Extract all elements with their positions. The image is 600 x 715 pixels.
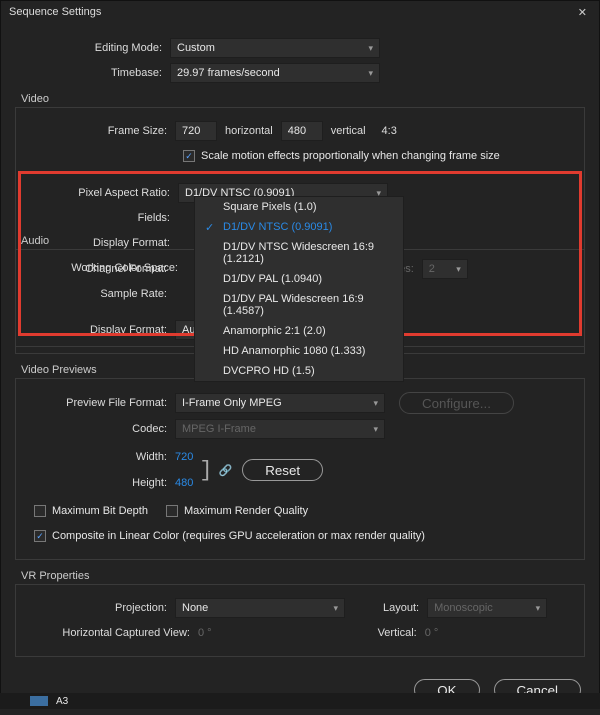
track-label: A3: [56, 696, 68, 707]
pff-label: Preview File Format:: [20, 397, 175, 409]
close-icon[interactable]: ✕: [572, 6, 593, 19]
scale-effects-label: Scale motion effects proportionally when…: [201, 150, 500, 162]
composite-linear-checkbox[interactable]: ✓: [34, 530, 46, 542]
horizontal-label: horizontal: [225, 125, 273, 137]
timeline-strip: A3: [0, 693, 600, 709]
par-option[interactable]: D1/DV PAL (1.0940): [195, 269, 403, 289]
preview-height-label: Height:: [20, 477, 175, 489]
par-option[interactable]: DVCPRO HD (1.5): [195, 361, 403, 381]
projection-label: Projection:: [20, 602, 175, 614]
codec-label: Codec:: [20, 423, 175, 435]
par-dropdown-list: Square Pixels (1.0) D1/DV NTSC (0.9091) …: [194, 196, 404, 382]
composite-linear-label: Composite in Linear Color (requires GPU …: [52, 530, 425, 542]
layout-label: Layout:: [383, 602, 419, 614]
max-bit-depth-label: Maximum Bit Depth: [52, 505, 148, 517]
bracket-icon: ]: [199, 458, 212, 483]
aspect-readout: 4:3: [382, 125, 397, 137]
par-label: Pixel Aspect Ratio:: [23, 187, 178, 199]
hcv-label: Horizontal Captured View:: [20, 627, 198, 639]
projection-select[interactable]: None▾: [175, 598, 345, 618]
chevron-down-icon: ▾: [536, 603, 541, 614]
frame-width-input[interactable]: 720: [175, 121, 217, 141]
par-option[interactable]: Square Pixels (1.0): [195, 197, 403, 217]
video-group: Frame Size: 720 horizontal 480 vertical …: [15, 107, 585, 347]
editing-mode-label: Editing Mode:: [15, 42, 170, 54]
chevron-down-icon: ▾: [373, 424, 378, 435]
hcv-value: 0 °: [198, 627, 212, 639]
reset-button[interactable]: Reset: [242, 459, 323, 481]
preview-width-value[interactable]: 720: [175, 451, 193, 463]
chevron-down-icon: ▾: [333, 603, 338, 614]
par-option[interactable]: HD Anamorphic 1080 (1.333): [195, 341, 403, 361]
video-display-format-label: Display Format:: [23, 237, 178, 249]
vr-heading: VR Properties: [21, 570, 585, 582]
track-color-icon: [30, 696, 48, 706]
frame-size-label: Frame Size:: [20, 125, 175, 137]
vr-group: Projection: None▾ Layout: Monoscopic▾ Ho…: [15, 584, 585, 657]
layout-select: Monoscopic▾: [427, 598, 547, 618]
vertical-label: vertical: [331, 125, 366, 137]
chevron-down-icon: ▾: [373, 398, 378, 409]
sequence-settings-dialog: Sequence Settings ✕ Editing Mode: Custom…: [0, 0, 600, 709]
scale-effects-checkbox[interactable]: ✓: [183, 150, 195, 162]
dialog-title: Sequence Settings: [9, 6, 101, 18]
configure-button: Configure...: [399, 392, 514, 414]
vr-vertical-value: 0 °: [425, 627, 439, 639]
preview-height-value[interactable]: 480: [175, 477, 193, 489]
vr-vertical-label: Vertical:: [378, 627, 417, 639]
max-bit-depth-checkbox[interactable]: [34, 505, 46, 517]
pff-select[interactable]: I-Frame Only MPEG▾: [175, 393, 385, 413]
video-previews-group: Preview File Format: I-Frame Only MPEG▾ …: [15, 378, 585, 560]
editing-mode-select[interactable]: Custom▾: [170, 38, 380, 58]
preview-width-label: Width:: [20, 451, 175, 463]
timebase-select[interactable]: 29.97 frames/second▾: [170, 63, 380, 83]
fields-label: Fields:: [23, 212, 178, 224]
timebase-label: Timebase:: [15, 67, 170, 79]
codec-select: MPEG I-Frame▾: [175, 419, 385, 439]
working-color-space-label: Working Color Space:: [23, 262, 186, 274]
par-option[interactable]: D1/DV NTSC (0.9091): [195, 217, 403, 237]
video-heading: Video: [21, 93, 585, 105]
link-icon[interactable]: 🔗: [219, 464, 233, 477]
par-option[interactable]: Anamorphic 2:1 (2.0): [195, 321, 403, 341]
chevron-down-icon: ▾: [368, 68, 373, 79]
max-render-quality-checkbox[interactable]: [166, 505, 178, 517]
max-render-quality-label: Maximum Render Quality: [184, 505, 308, 517]
titlebar: Sequence Settings ✕: [1, 1, 599, 23]
par-option[interactable]: D1/DV PAL Widescreen 16:9 (1.4587): [195, 289, 403, 321]
frame-height-input[interactable]: 480: [281, 121, 323, 141]
par-option[interactable]: D1/DV NTSC Widescreen 16:9 (1.2121): [195, 237, 403, 269]
par-highlight: Pixel Aspect Ratio: D1/DV NTSC (0.9091)▾…: [18, 171, 582, 336]
chevron-down-icon: ▾: [368, 43, 373, 54]
